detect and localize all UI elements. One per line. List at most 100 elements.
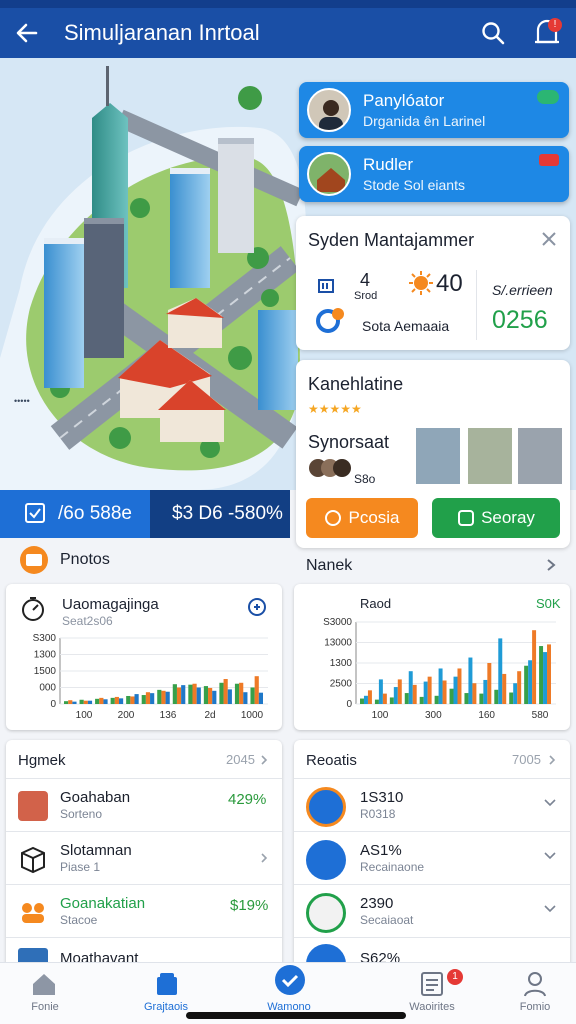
stat-count: 4 [360, 270, 371, 290]
chart-bar [543, 652, 548, 704]
chevron-down-icon[interactable] [544, 905, 556, 913]
chart-bar [408, 671, 413, 704]
photo-thumbnail[interactable] [468, 428, 512, 484]
chevron-right-icon[interactable] [260, 754, 268, 766]
chart-bar [412, 684, 417, 704]
chart-bar [494, 689, 499, 704]
chart-bar [423, 681, 428, 704]
chart-bar [157, 689, 162, 704]
box-icon [21, 846, 45, 874]
list-item[interactable]: 1S310 R0318 [294, 778, 570, 831]
chart-bar [114, 696, 119, 704]
y-tick-label: 13000 [324, 638, 352, 649]
search-icon[interactable] [480, 20, 506, 46]
chart-bar [528, 660, 533, 704]
photo-thumbnail[interactable] [518, 428, 562, 484]
notification-button[interactable]: ! [532, 16, 562, 50]
item-name: Goahaban [60, 789, 131, 806]
chevron-right-icon [261, 853, 268, 863]
item-subtitle: R0318 [360, 807, 396, 821]
chart-bar [141, 695, 146, 704]
people-group-icon [22, 903, 44, 923]
list-item[interactable]: Slotamnan Piase 1 [6, 831, 282, 884]
chart-bar [223, 679, 228, 704]
overlay-card-2[interactable]: Rudler Stode Sol eiants [299, 146, 569, 202]
overlay-card-1[interactable]: Panylóator Drganida ên Larinel [299, 82, 569, 138]
x-tick-label: 160 [478, 710, 495, 721]
chart-bar [176, 687, 182, 704]
status-bar [0, 0, 576, 8]
chart-bar [83, 700, 88, 704]
seoray-button[interactable]: Seoray [432, 498, 560, 538]
store-icon [157, 973, 177, 995]
chart-bar [103, 699, 108, 704]
chevron-right-icon[interactable] [546, 558, 556, 572]
nav-item-home[interactable]: Fonie [0, 963, 90, 1024]
online-indicator-icon [537, 90, 559, 104]
item-name: 2390 [360, 895, 394, 912]
item-value: 429% [228, 791, 267, 808]
list-card-right: Reoatis 7005 1S310 R0318 AS1% Recainaone… [294, 740, 570, 980]
item-name: Slotamnan [60, 842, 132, 859]
pcosia-button[interactable]: Pcosia [306, 498, 418, 538]
chart-bar [126, 695, 131, 704]
y-tick-label: 2500 [330, 679, 353, 690]
chart-bar [87, 700, 93, 704]
chart-bar [509, 692, 514, 704]
chevron-down-icon[interactable] [544, 852, 556, 860]
bar-chart-right: S3000 13000 1300 2500 0 100 300 160 580 [323, 617, 556, 721]
chart-bar [254, 676, 259, 704]
page-title: Simuljaranan Inrtoal [64, 20, 260, 45]
chart-bar [118, 698, 124, 704]
chevron-right-icon[interactable] [548, 754, 556, 766]
chart-bar [457, 668, 462, 704]
list-item[interactable]: Goahaban Sorteno 429% [6, 778, 282, 831]
chart-bar [442, 680, 447, 704]
y-tick-label: 1500 [34, 666, 57, 677]
avatar [306, 787, 346, 827]
item-subtitle: Secaiaoat [360, 913, 414, 927]
chart-bar [367, 690, 372, 704]
panel-title: Kanehlatine [308, 374, 404, 394]
list-item[interactable]: Goanakatian Stacoe $19% [6, 884, 282, 937]
status-ring-icon [316, 308, 344, 333]
item-subtitle: Sorteno [60, 807, 103, 821]
edit-icon [325, 510, 342, 526]
list-icon [421, 972, 443, 996]
chart-bar [196, 687, 201, 704]
stat-tile-right[interactable]: $3 D6 -580% [150, 490, 290, 538]
app-bar: Simuljaranan Inrtoal ! [0, 8, 576, 58]
chart-bar [453, 676, 458, 704]
chart-bar [397, 679, 402, 704]
list-card-left: Hgmek 2045 Goahaban Sorteno 429% Slotamn… [6, 740, 282, 980]
y-tick-label: 000 [39, 683, 56, 694]
list-item[interactable]: 2390 Secaiaoat [294, 884, 570, 937]
button-label: Pcosia [348, 508, 400, 527]
stat-tile-left[interactable]: /6o 588e [0, 490, 150, 538]
y-tick-label: S3000 [323, 617, 352, 628]
list-item[interactable]: AS1% Recainaone [294, 831, 570, 884]
chart-bar [498, 638, 503, 704]
chart-bar [208, 687, 213, 704]
chart-bar [502, 673, 507, 704]
close-icon[interactable] [542, 232, 556, 246]
temperature-value: 40 [436, 270, 463, 297]
photo-thumbnail[interactable] [416, 428, 460, 484]
chevron-down-icon[interactable] [544, 799, 556, 807]
y-tick-label: 1300 [34, 650, 57, 661]
y-tick-label: S300 [33, 633, 57, 644]
chart-bar [239, 682, 244, 704]
chart-bar [64, 701, 69, 704]
chart-bar [165, 691, 170, 704]
chart-bar [134, 694, 139, 704]
x-tick-label: 1000 [241, 710, 264, 721]
status-label: Sota Aemaaia [362, 318, 450, 334]
chart-bar [99, 697, 104, 704]
rating-stars: ★★★★★ [308, 402, 362, 416]
refresh-icon[interactable] [246, 596, 268, 618]
back-arrow-icon[interactable] [14, 20, 40, 46]
nav-item-profile[interactable]: Fomio [490, 963, 576, 1024]
save-icon [458, 510, 475, 526]
x-tick-label: 300 [425, 710, 442, 721]
chart-bar [145, 692, 151, 704]
